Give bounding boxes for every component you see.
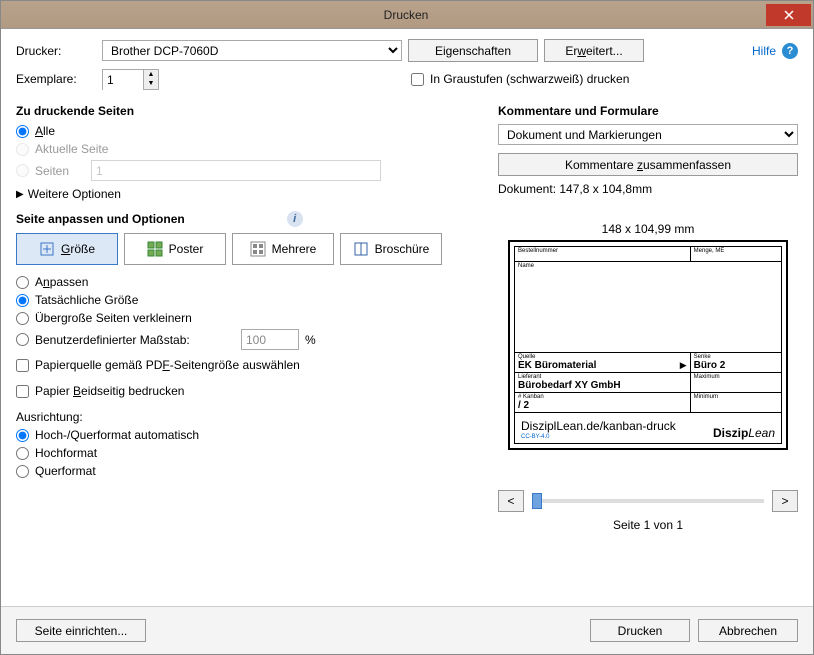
advanced-button[interactable]: Erweitert... xyxy=(544,39,644,62)
radio-orient-portrait[interactable]: Hochformat xyxy=(16,446,466,460)
radio-custom[interactable]: Benutzerdefinierter Maßstab: % xyxy=(16,329,466,350)
comments-title: Kommentare und Formulare xyxy=(498,104,798,118)
pages-title: Zu druckende Seiten xyxy=(16,104,466,118)
next-page-button[interactable]: > xyxy=(772,490,798,512)
spin-up-icon[interactable]: ▲ xyxy=(144,70,158,80)
copies-spinner[interactable]: ▲▼ xyxy=(102,69,159,90)
page-indicator: Seite 1 von 1 xyxy=(498,518,798,532)
cancel-button[interactable]: Abbrechen xyxy=(698,619,798,642)
print-preview: Bestellnummer Menge, ME Name QuelleEK Bü… xyxy=(508,240,788,450)
comments-select[interactable]: Dokument und Markierungen xyxy=(498,124,798,145)
printer-select[interactable]: Brother DCP-7060D xyxy=(102,40,402,61)
grayscale-check[interactable]: In Graustufen (schwarzweiß) drucken xyxy=(411,72,629,86)
close-icon xyxy=(784,10,794,20)
spin-down-icon[interactable]: ▼ xyxy=(144,79,158,89)
size-icon xyxy=(39,241,55,257)
page-slider[interactable] xyxy=(532,499,764,503)
radio-shrink[interactable]: Übergroße Seiten verkleinern xyxy=(16,311,466,325)
print-button[interactable]: Drucken xyxy=(590,619,690,642)
properties-button[interactable]: Eigenschaften xyxy=(408,39,538,62)
slider-thumb[interactable] xyxy=(532,493,542,509)
radio-orient-auto[interactable]: Hoch-/Querformat automatisch xyxy=(16,428,466,442)
titlebar: Drucken xyxy=(1,1,813,29)
pages-input xyxy=(91,160,381,181)
radio-all[interactable]: Alle xyxy=(16,124,466,138)
more-options-toggle[interactable]: ▶ Weitere Optionen xyxy=(16,187,466,201)
close-button[interactable] xyxy=(766,4,811,26)
radio-fit[interactable]: Anpassen xyxy=(16,275,466,289)
radio-current: Aktuelle Seite xyxy=(16,142,466,156)
help-link[interactable]: Hilfe xyxy=(752,44,776,58)
tab-poster[interactable]: Poster xyxy=(124,233,226,265)
check-duplex[interactable]: Papier Beidseitig bedrucken xyxy=(16,384,466,398)
prev-page-button[interactable]: < xyxy=(498,490,524,512)
summarize-button[interactable]: Kommentare zusammenfassen xyxy=(498,153,798,176)
check-paper-source[interactable]: Papierquelle gemäß PDF-Seitengröße auswä… xyxy=(16,358,466,372)
radio-pages: Seiten xyxy=(16,160,466,181)
tab-multi[interactable]: Mehrere xyxy=(232,233,334,265)
printer-label: Drucker: xyxy=(16,44,96,58)
multi-icon xyxy=(250,241,266,257)
size-options-title: Seite anpassen und Optionen xyxy=(16,212,185,226)
tab-booklet[interactable]: Broschüre xyxy=(340,233,442,265)
scale-input xyxy=(241,329,299,350)
booklet-icon xyxy=(353,241,369,257)
help-icon[interactable]: ? xyxy=(782,43,798,59)
radio-orient-landscape[interactable]: Querformat xyxy=(16,464,466,478)
orientation-title: Ausrichtung: xyxy=(16,410,466,424)
preview-page-size: 148 x 104,99 mm xyxy=(498,222,798,236)
tab-size[interactable]: Größe xyxy=(16,233,118,265)
page-setup-button[interactable]: Seite einrichten... xyxy=(16,619,146,642)
document-size-label: Dokument: 147,8 x 104,8mm xyxy=(498,182,798,196)
radio-actual[interactable]: Tatsächliche Größe xyxy=(16,293,466,307)
info-icon[interactable]: i xyxy=(287,211,303,227)
copies-input[interactable] xyxy=(103,70,143,91)
copies-label: Exemplare: xyxy=(16,72,96,86)
triangle-right-icon: ▶ xyxy=(16,189,24,200)
window-title: Drucken xyxy=(46,8,766,22)
poster-icon xyxy=(147,241,163,257)
